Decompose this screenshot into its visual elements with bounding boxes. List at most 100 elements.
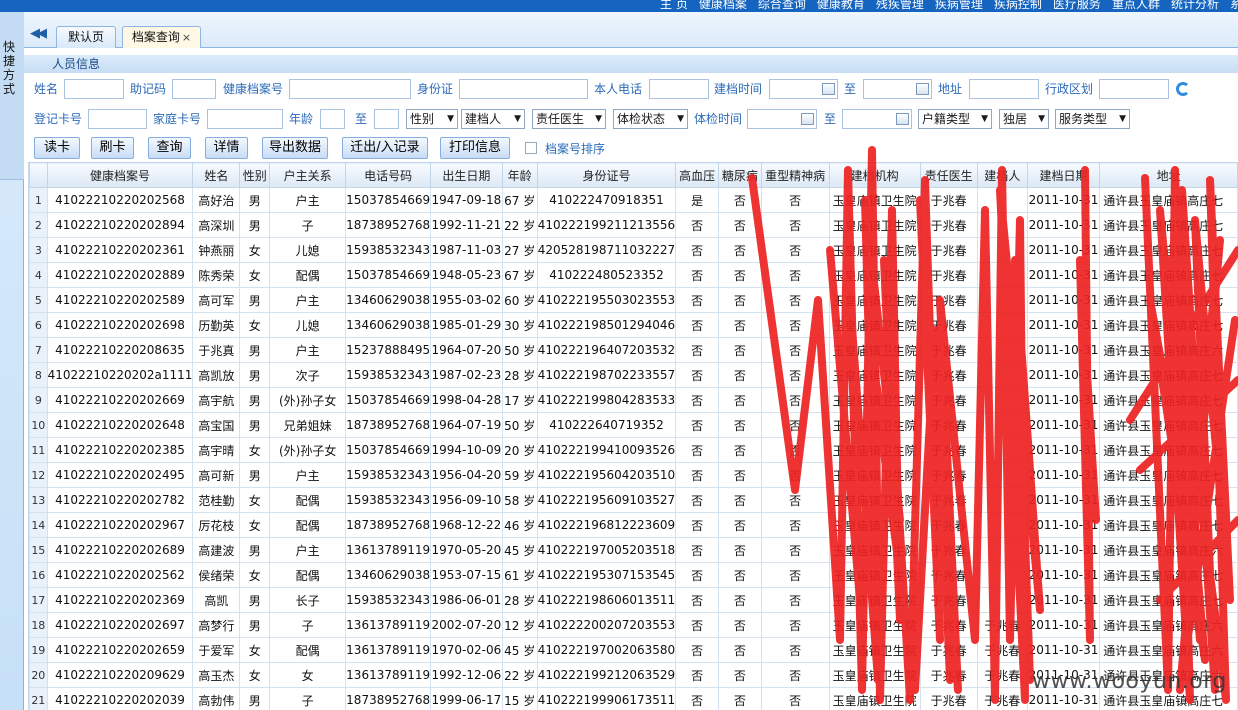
top-nav-item[interactable]: 系 [1230, 0, 1238, 11]
top-nav-item[interactable]: 疾病控制 [994, 0, 1042, 11]
column-header[interactable]: 建档机构 [828, 162, 921, 188]
column-header[interactable]: 地址 [1099, 162, 1238, 188]
table-row[interactable]: 13 41022210220202782 范桂勤女配偶 15938532343 1956… [29, 487, 1238, 513]
table-cell: 410222195604203510 [536, 462, 677, 488]
tab-default-page[interactable]: 默认页 [56, 26, 116, 48]
query-button[interactable]: 查询 [148, 137, 191, 159]
refresh-icon[interactable] [1176, 82, 1190, 96]
phone-input[interactable] [649, 79, 709, 99]
top-nav-item[interactable]: 统计分析 [1171, 0, 1219, 11]
exam-status-select[interactable]: 体检状态 ▼ [613, 109, 688, 129]
column-header[interactable]: 性别 [239, 162, 271, 188]
table-row[interactable]: 14 41022210220202967 厉花枝女配偶 18738952768 1968… [29, 512, 1238, 538]
create-date-from[interactable] [769, 79, 838, 99]
table-row[interactable]: 5 41022210220202589 高可军男户主 13460629038 1955-… [29, 287, 1238, 313]
column-header[interactable]: 身份证号 [536, 162, 677, 188]
table-row[interactable]: 17 41022210220202369 高凯男长子 15938532343 1986-… [29, 587, 1238, 613]
calendar-icon[interactable] [822, 83, 835, 95]
age-from-input[interactable] [320, 109, 345, 129]
column-header[interactable]: 高血压 [675, 162, 719, 188]
table-cell: 否 [675, 462, 719, 488]
table-cell: 1947-09-18 [430, 187, 503, 213]
family-card-input[interactable] [207, 109, 283, 129]
column-header[interactable]: 糖尿病 [717, 162, 762, 188]
column-header[interactable] [29, 162, 48, 188]
dropdown-arrow-icon: ▼ [1119, 114, 1126, 124]
top-nav-item[interactable]: 健康档案 [699, 0, 747, 11]
export-data-button[interactable]: 导出数据 [262, 137, 328, 159]
tab-bar: ◀◀ 默认页 档案查询 × [24, 12, 1238, 48]
table-row[interactable]: 9 41022210220202669 高宇航男 (外)孙子女 15037854669 1… [29, 387, 1238, 413]
calendar-icon[interactable] [916, 83, 929, 95]
doctor-select[interactable]: 责任医生 ▼ [532, 109, 606, 129]
table-row[interactable]: 4 41022210220202889 陈秀荣女配偶 15037854669 1948-… [29, 262, 1238, 288]
table-row[interactable]: 7 41022210220208635 于兆真男户主 15237888495 1964-… [29, 337, 1238, 363]
table-row[interactable]: 6 41022210220202698 历勤英女儿媳 13460629038 1985-… [29, 312, 1238, 338]
records-table: 健康档案号 姓名 性别 户主关系 电话号码 出生日期 年龄 身份证号 高血压 糖尿病 重型精神病 建档… [28, 162, 1238, 710]
print-info-button[interactable]: 打印信息 [440, 137, 510, 159]
column-header[interactable]: 电话号码 [345, 162, 432, 188]
address-input[interactable] [969, 79, 1039, 99]
table-row[interactable]: 18 41022210220202697 高梦行男子 13613789119 2002-… [29, 612, 1238, 638]
column-header[interactable]: 建档日期 [1026, 162, 1101, 188]
table-row[interactable]: 1 41022210220202568 高好治男户主 15037854669 1947-… [29, 187, 1238, 213]
top-nav-item[interactable]: 医疗服务 [1053, 0, 1101, 11]
top-nav-item[interactable]: 残疾管理 [876, 0, 924, 11]
sidebar-title[interactable]: 快捷方式 [0, 40, 18, 96]
service-type-select[interactable]: 服务类型 ▼ [1055, 109, 1130, 129]
table-cell: 13460629038 [345, 312, 432, 338]
column-header[interactable]: 年龄 [501, 162, 538, 188]
details-button[interactable]: 详情 [205, 137, 248, 159]
sort-by-record-no-checkbox[interactable] [525, 142, 537, 154]
tab-archive-query[interactable]: 档案查询 × [122, 26, 201, 48]
table-row[interactable]: 8 41022210220202a1111 高凯放男次子 15938532343 198… [29, 362, 1238, 388]
table-cell: 否 [760, 187, 830, 213]
table-cell: 玉皇庙镇卫生院 [828, 387, 921, 413]
health-record-no-input[interactable] [289, 79, 411, 99]
table-row[interactable]: 12 41022210220202495 高可新男户主 15938532343 1956… [29, 462, 1238, 488]
top-nav-item[interactable]: 主 页 [660, 0, 688, 11]
table-row[interactable]: 19 41022210220202659 于爱军女配偶 13613789119 1970… [29, 637, 1238, 663]
column-header[interactable]: 户主关系 [269, 162, 347, 188]
close-icon[interactable]: × [182, 31, 191, 44]
table-row[interactable]: 11 41022210220202385 高宇晴女 (外)孙子女 15037854669… [29, 437, 1238, 463]
top-nav-item[interactable]: 重点人群 [1112, 0, 1160, 11]
table-row[interactable]: 2 41022210220202894 高深圳男子 18738952768 1992-1… [29, 212, 1238, 238]
read-card-button[interactable]: 读卡 [34, 137, 80, 159]
swipe-card-button[interactable]: 刷卡 [91, 137, 134, 159]
create-date-to[interactable] [863, 79, 932, 99]
table-row[interactable]: 15 41022210220202689 高建波男户主 13613789119 1970… [29, 537, 1238, 563]
id-card-input[interactable] [459, 79, 588, 99]
column-header[interactable]: 出生日期 [430, 162, 503, 188]
table-cell: 410222195609103527 [536, 487, 677, 513]
calendar-icon[interactable] [801, 113, 814, 125]
top-nav-item[interactable]: 健康教育 [817, 0, 865, 11]
exam-date-from[interactable] [747, 109, 817, 129]
top-nav-item[interactable]: 疾病管理 [935, 0, 983, 11]
table-cell: 41022210220202894 [46, 212, 194, 238]
top-nav-item[interactable]: 综合查询 [758, 0, 806, 11]
column-header[interactable]: 姓名 [192, 162, 241, 188]
table-row[interactable]: 10 41022210220202648 高宝国男兄弟姐妹 18738952768 19… [29, 412, 1238, 438]
column-header[interactable]: 健康档案号 [46, 162, 194, 188]
column-header[interactable]: 建档人 [976, 162, 1028, 188]
gender-select[interactable]: 性别 ▼ [406, 109, 458, 129]
age-to-input[interactable] [374, 109, 399, 129]
creator-select[interactable]: 建档人 ▼ [461, 109, 525, 129]
migration-record-button[interactable]: 迁出/入记录 [342, 137, 428, 159]
tab-scroll-left-icon[interactable]: ◀◀ [30, 26, 47, 41]
mnemonic-input[interactable] [172, 79, 216, 99]
table-cell: 通许县玉皇庙镇高庄六 [1099, 637, 1238, 663]
table-cell: 41022210220202698 [46, 312, 194, 338]
calendar-icon[interactable] [896, 113, 909, 125]
name-input[interactable] [64, 79, 124, 99]
register-card-input[interactable] [88, 109, 147, 129]
household-type-select[interactable]: 户籍类型 ▼ [918, 109, 992, 129]
column-header[interactable]: 责任医生 [919, 162, 978, 188]
table-row[interactable]: 3 41022210220202361 钟燕丽女儿媳 15938532343 1987-… [29, 237, 1238, 263]
column-header[interactable]: 重型精神病 [760, 162, 830, 188]
exam-date-to[interactable] [842, 109, 912, 129]
admin-region-input[interactable] [1099, 79, 1169, 99]
living-alone-select[interactable]: 独居 ▼ [999, 109, 1049, 129]
table-row[interactable]: 16 41022210220202562 侯绪荣女配偶 13460629038 1953… [29, 562, 1238, 588]
